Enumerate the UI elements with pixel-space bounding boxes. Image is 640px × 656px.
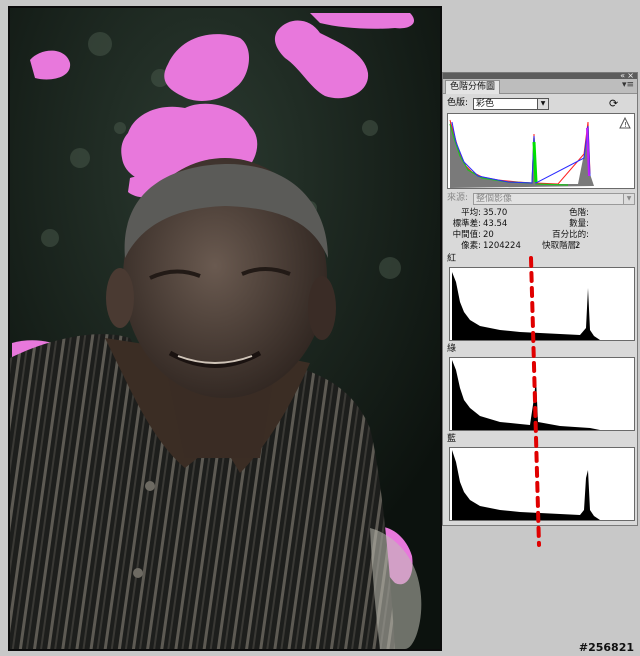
photo-canvas[interactable] [8, 6, 442, 651]
level-label: 色階: [569, 208, 589, 218]
cache-level-label: 快取階層: [542, 241, 579, 251]
pixels-label: 像素: [461, 241, 481, 251]
histogram-red [449, 267, 635, 341]
channel-label-red: 紅 [447, 254, 457, 264]
chevron-down-icon: ▼ [623, 194, 634, 204]
stddev-value: 43.54 [483, 219, 508, 229]
watermark-text: #256821 [578, 641, 634, 654]
mean-label: 平均: [461, 208, 481, 218]
channel-label-blue: 藍 [447, 434, 457, 444]
channel-label-green: 綠 [447, 344, 457, 354]
median-value: 20 [483, 230, 494, 240]
source-select-value: 整個影像 [476, 194, 513, 204]
mean-value: 35.70 [483, 208, 508, 218]
chevron-down-icon: ▼ [537, 99, 548, 109]
histogram-red-graph [452, 272, 600, 340]
panel-menu-icon[interactable]: ▾≡ [622, 80, 634, 90]
svg-text:!: ! [624, 121, 627, 129]
photo-image [10, 8, 440, 649]
percentile-label: 百分比的: [552, 230, 589, 240]
count-label: 數量: [569, 219, 589, 229]
panel-tab-histogram[interactable]: 色階分佈圖 [445, 80, 501, 94]
stddev-label: 標準差: [452, 219, 481, 229]
cache-level-value: 2 [575, 241, 581, 251]
refresh-icon[interactable]: ⟳ [609, 97, 618, 110]
source-select[interactable]: 整個影像 ▼ [473, 193, 635, 205]
histogram-green-graph [452, 360, 600, 430]
composite-histogram-graph: ! [449, 116, 631, 188]
histogram-green [449, 357, 635, 431]
channel-row: 色版: 彩色 ▼ ⟳ [443, 97, 637, 110]
composite-histogram: ! [447, 113, 635, 189]
channel-select-value: 彩色 [476, 99, 495, 109]
source-row: 來源: 整個影像 ▼ [443, 192, 637, 205]
source-label: 來源: [447, 193, 469, 203]
histogram-blue [449, 447, 635, 521]
channel-select[interactable]: 彩色 ▼ [473, 98, 549, 110]
pixels-value: 1204224 [483, 241, 521, 251]
histogram-panel: « × 色階分佈圖 ▾≡ 色版: 彩色 ▼ ⟳ ! 來源: 整個影像 ▼ 平均:… [442, 72, 638, 526]
histogram-blue-graph [452, 450, 600, 520]
channel-label: 色版: [447, 98, 469, 108]
median-label: 中間值: [452, 230, 481, 240]
panel-title-bar: 色階分佈圖 ▾≡ [443, 79, 637, 94]
